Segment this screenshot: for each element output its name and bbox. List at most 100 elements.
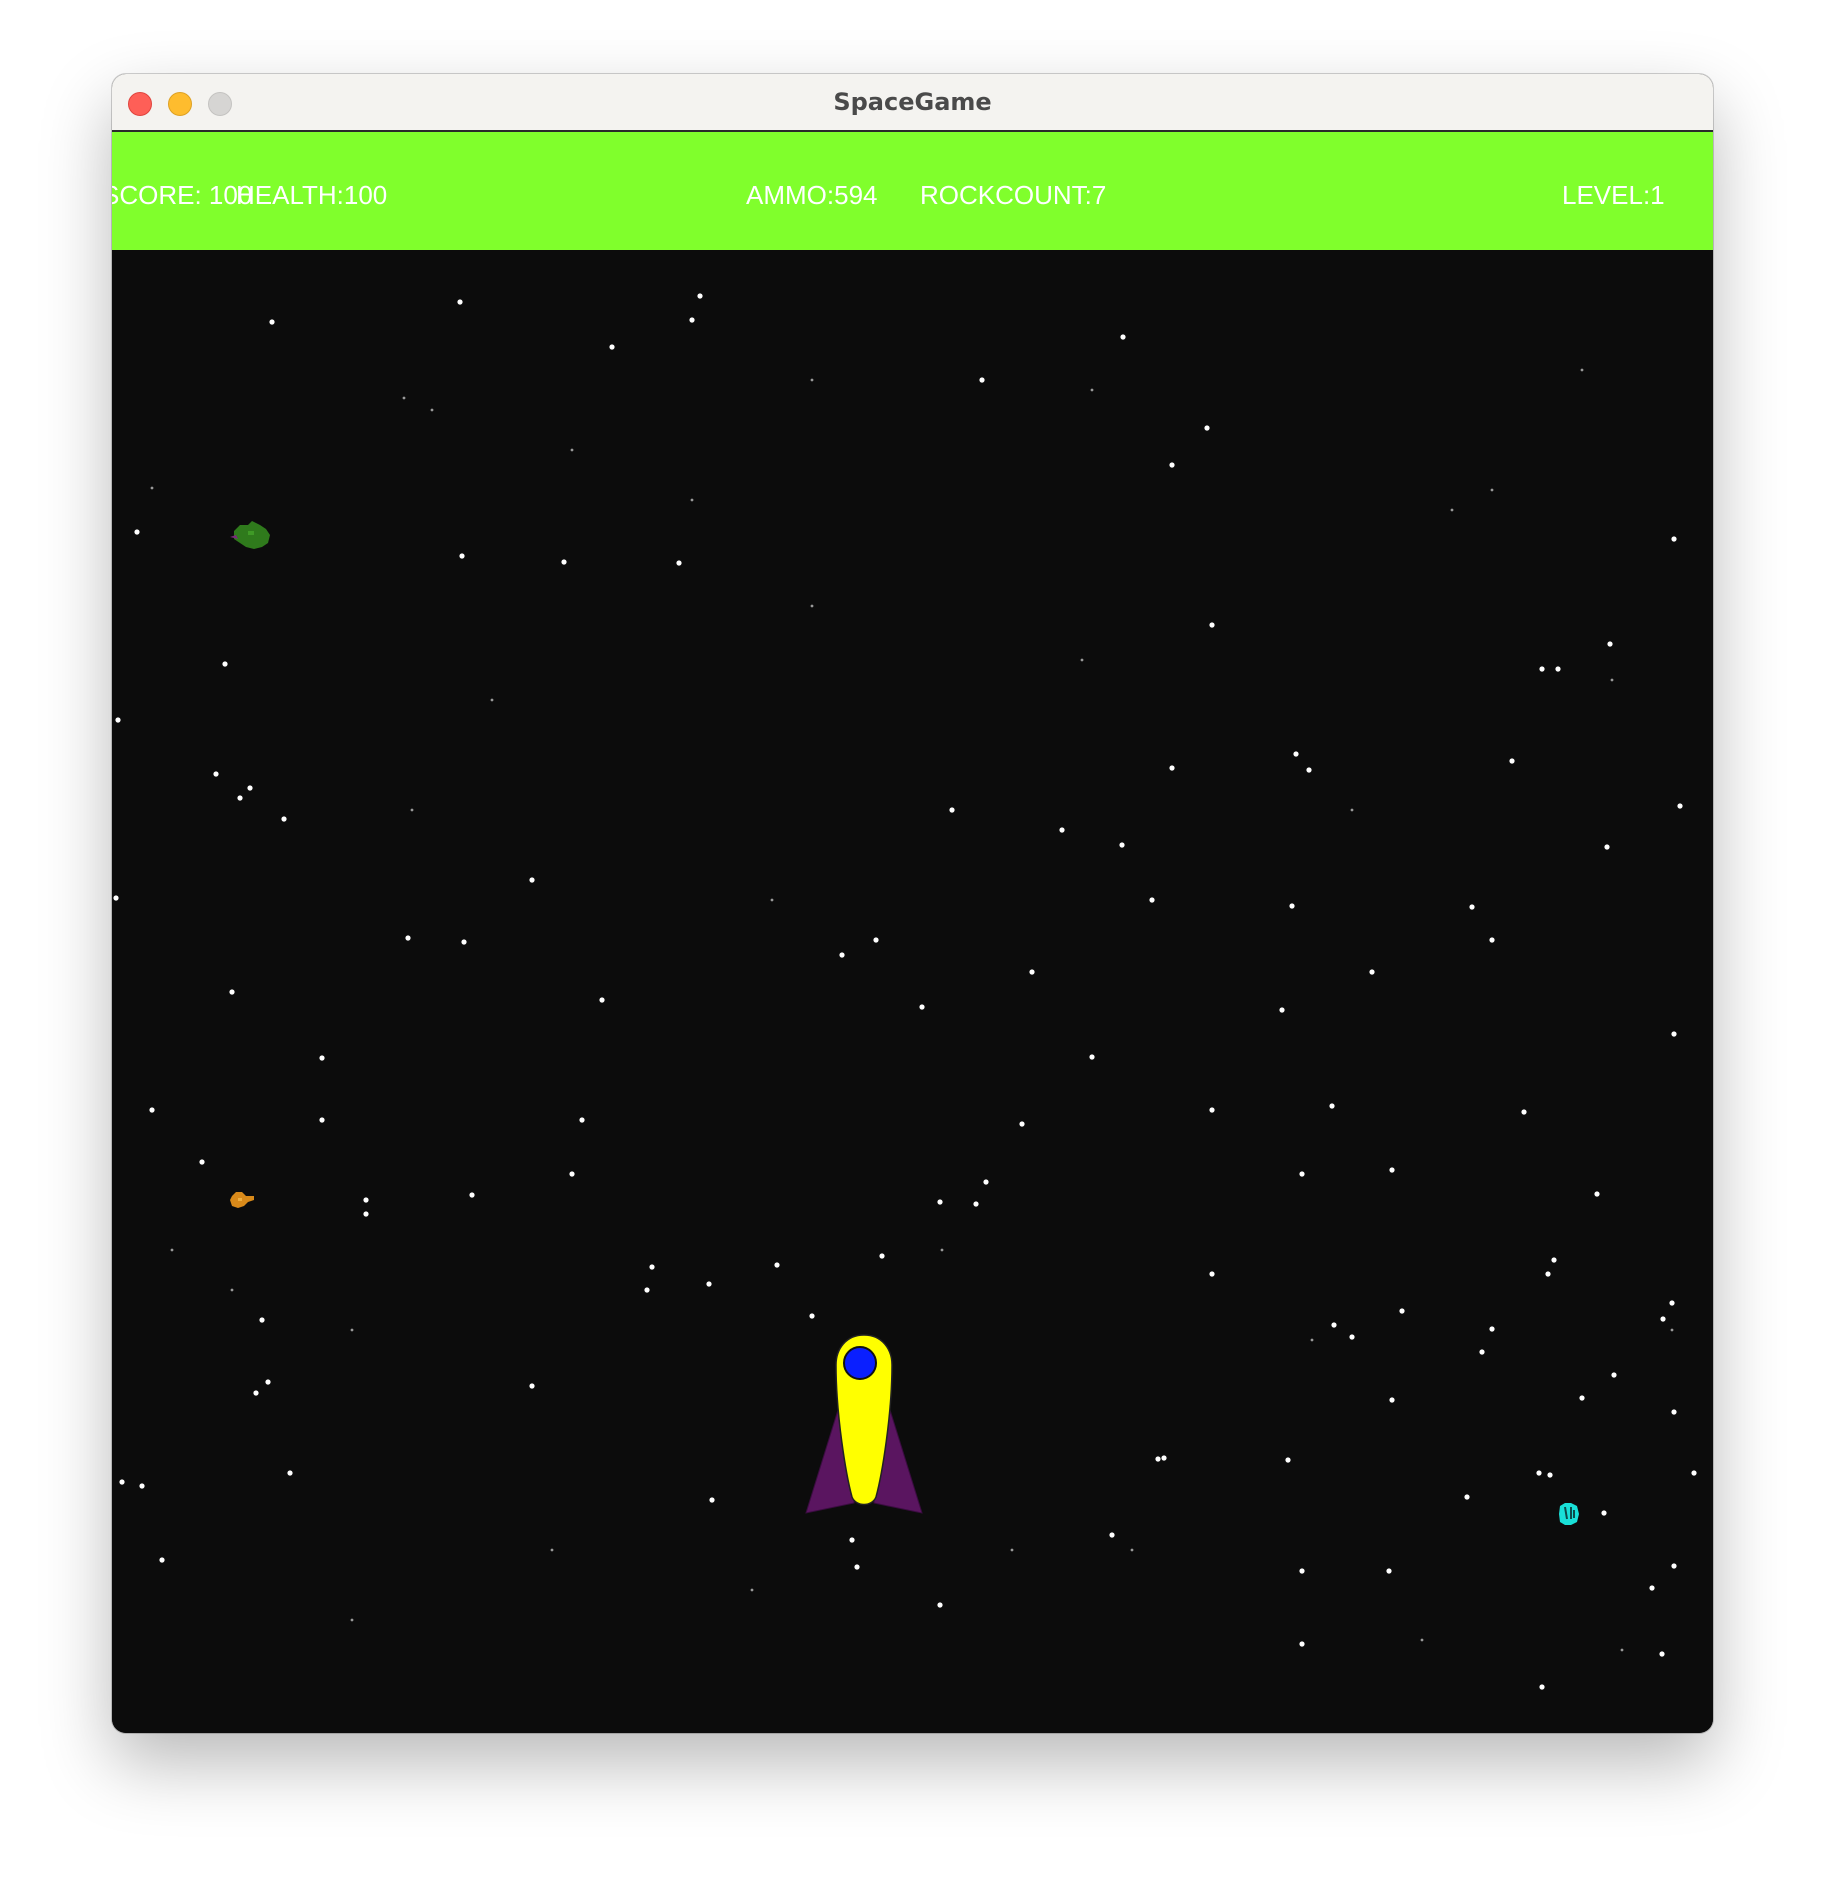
star [873,937,879,943]
star [810,378,814,382]
star [1539,1684,1545,1690]
star [170,1248,174,1252]
star [949,807,955,813]
star [940,1248,944,1252]
level-readout: LEVEL:1 [1562,180,1665,210]
star [937,1602,943,1608]
rockcount-readout: ROCKCOUNT:7 [920,180,1107,210]
star [405,935,411,941]
star [1539,666,1545,672]
star [1607,641,1613,647]
star [570,448,574,452]
star [1019,1121,1025,1127]
star [1671,1409,1677,1415]
star [750,1588,754,1592]
star [247,785,253,791]
star [774,1262,780,1268]
star [1677,803,1683,809]
star [697,293,703,299]
star [1279,1007,1285,1013]
star [849,1537,855,1543]
star [1080,658,1084,662]
star [1306,767,1312,773]
star [1469,904,1475,910]
ammo-readout: AMMO:594 [746,180,878,210]
star [1545,1271,1551,1277]
star [810,604,814,608]
title-bar[interactable]: SpaceGame [112,74,1713,132]
star [529,1383,535,1389]
star [253,1390,259,1396]
star [1659,1651,1665,1657]
star [1299,1171,1305,1177]
star [1579,1395,1585,1401]
star [259,1317,265,1323]
star [1331,1322,1337,1328]
star [1671,1563,1677,1569]
star [113,895,119,901]
star [1349,1334,1355,1340]
star [269,319,275,325]
star [402,396,406,400]
window-title: SpaceGame [833,88,992,116]
star [1120,334,1126,340]
star [115,717,121,723]
star [569,1171,575,1177]
star [1509,758,1515,764]
star [459,553,465,559]
star [1130,1548,1134,1552]
star [1671,1031,1677,1037]
star [879,1253,885,1259]
star [1399,1308,1405,1314]
star [1601,1510,1607,1516]
star [1464,1494,1470,1500]
star [770,898,774,902]
star [457,299,463,305]
star [1059,827,1065,833]
star [609,344,615,350]
star [1551,1257,1557,1263]
star [461,939,467,945]
star [1289,903,1295,909]
star [1010,1548,1014,1552]
star [1604,844,1610,850]
star [644,1287,650,1293]
star [139,1483,145,1489]
star [1670,1328,1674,1332]
star [979,377,985,383]
star [490,698,494,702]
star [676,560,682,566]
star [1489,937,1495,943]
star [690,498,694,502]
star [973,1201,979,1207]
game-canvas[interactable] [112,250,1713,1733]
star [1660,1316,1666,1322]
game-window: SpaceGame SCORE: 100 HEALTH:100 AMMO:594… [112,74,1713,1733]
star [529,877,535,883]
star [854,1564,860,1570]
star [319,1117,325,1123]
star [229,989,235,995]
star [550,1548,554,1552]
star [983,1179,989,1185]
star [1536,1470,1542,1476]
star [1209,1271,1215,1277]
star [937,1199,943,1205]
star [1310,1338,1314,1342]
star [1299,1641,1305,1647]
star [430,408,434,412]
hud-bar: SCORE: 100 HEALTH:100 AMMO:594 ROCKCOUNT… [112,132,1713,250]
star [579,1117,585,1123]
score-readout: SCORE: 100 [112,180,253,210]
star [119,1479,125,1485]
star [159,1557,165,1563]
star [706,1281,712,1287]
cyan-rock [1559,1503,1579,1525]
star [1671,536,1677,542]
star [1580,368,1584,372]
star [199,1159,205,1165]
star [1691,1470,1697,1476]
star [469,1192,475,1198]
star [839,952,845,958]
star [1547,1472,1553,1478]
